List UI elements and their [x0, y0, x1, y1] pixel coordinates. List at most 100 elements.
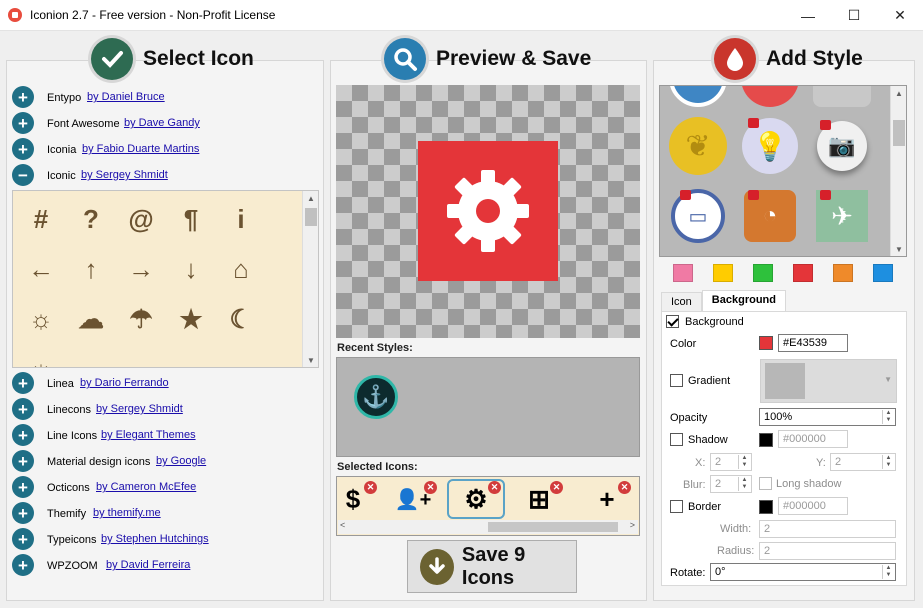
color-swatch-button[interactable]	[759, 336, 773, 350]
style-preset-bulb[interactable]: 💡	[740, 116, 800, 176]
save-icons-button[interactable]: Save 9 Icons	[407, 540, 577, 593]
shadow-x-input[interactable]: 2 ▲ ▼	[710, 453, 752, 471]
grid-icon-moon[interactable]: ☾	[221, 299, 261, 339]
swatch-red[interactable]	[793, 264, 813, 282]
grid-icon-arrow-up[interactable]: ↑	[71, 249, 111, 289]
expand-wpzoom-button[interactable]: +	[12, 554, 34, 576]
library-author-link-iconic[interactable]: by Sergey Shmidt	[81, 169, 168, 181]
library-author-link-octicons[interactable]: by Cameron McEfee	[96, 481, 196, 493]
swatch-yellow[interactable]	[713, 264, 733, 282]
library-author-link-font-awesome[interactable]: by Dave Gandy	[124, 117, 200, 129]
border-color-input[interactable]: #000000	[778, 497, 848, 515]
gradient-picker[interactable]: ▼	[760, 359, 897, 403]
grid-icon-cloud[interactable]: ☁	[71, 299, 111, 339]
opacity-input[interactable]: 100% ▲ ▼	[759, 408, 896, 426]
selected-icon-gear[interactable]: ⚙ ✕	[447, 479, 505, 519]
grid-icon-info[interactable]: i	[221, 199, 261, 239]
expand-linecons-button[interactable]: +	[12, 398, 34, 420]
remove-icon[interactable]: ✕	[424, 481, 437, 494]
selected-icon-plus[interactable]: + ✕	[581, 481, 633, 517]
library-author-link-wpzoom[interactable]: by David Ferreira	[106, 559, 190, 571]
style-preset-leaf[interactable]: ❦	[668, 116, 728, 176]
scroll-up-icon[interactable]: ▲	[891, 86, 906, 100]
swatch-pink[interactable]	[673, 264, 693, 282]
style-preset-plane[interactable]: ✈	[812, 186, 872, 246]
grid-icon-sun[interactable]: ☼	[21, 299, 61, 339]
shadow-blur-input[interactable]: 2 ▲ ▼	[710, 475, 752, 493]
grid-icon-at[interactable]: @	[121, 199, 161, 239]
tab-background[interactable]: Background	[701, 290, 786, 313]
expand-themify-button[interactable]: +	[12, 502, 34, 524]
minimize-button[interactable]: —	[785, 0, 831, 31]
library-author-link-iconia[interactable]: by Fabio Duarte Martins	[82, 143, 199, 155]
selected-icon-add-user[interactable]: 👤+ ✕	[387, 481, 439, 517]
shadow-color-input[interactable]: #000000	[778, 430, 848, 448]
shadow-blur-spinner[interactable]: ▲ ▼	[738, 477, 750, 491]
gradient-checkbox[interactable]	[670, 374, 683, 387]
expand-line-icons-button[interactable]: +	[12, 424, 34, 446]
scroll-down-icon[interactable]: ▼	[891, 242, 906, 256]
swatch-green[interactable]	[753, 264, 773, 282]
anchor-icon[interactable]: ⚓	[354, 375, 398, 419]
expand-font-awesome-button[interactable]: +	[12, 112, 34, 134]
selected-icon-plus-box[interactable]: ⊞ ✕	[513, 481, 565, 517]
grid-icon-arrow-right[interactable]: →	[121, 249, 161, 289]
grid-icon-question[interactable]: ?	[71, 199, 111, 239]
scroll-thumb[interactable]	[488, 522, 618, 532]
style-preset-partial[interactable]	[812, 86, 872, 108]
rotate-spinner[interactable]: ▲ ▼	[882, 565, 894, 579]
scroll-thumb[interactable]	[305, 208, 317, 226]
border-radius-input[interactable]: 2	[759, 542, 896, 560]
border-width-input[interactable]: 2	[759, 520, 896, 538]
icon-grid-scrollbar[interactable]: ▲ ▼	[302, 191, 318, 367]
border-checkbox[interactable]	[670, 500, 683, 513]
shadow-y-spinner[interactable]: ▲ ▼	[882, 455, 894, 469]
shadow-y-input[interactable]: 2 ▲ ▼	[830, 453, 896, 471]
style-preset-partial[interactable]	[740, 86, 800, 108]
library-author-link-linecons[interactable]: by Sergey Shmidt	[96, 403, 183, 415]
library-author-link-linea[interactable]: by Dario Ferrando	[80, 377, 169, 389]
library-author-link-entypo[interactable]: by Daniel Bruce	[87, 91, 165, 103]
scroll-left-icon[interactable]: <	[340, 520, 345, 530]
grid-icon-pilcrow[interactable]: ¶	[171, 199, 211, 239]
grid-icon-partial[interactable]: ☁	[171, 349, 211, 368]
grid-icon-arrow-down[interactable]: ↓	[171, 249, 211, 289]
expand-typeicons-button[interactable]: +	[12, 528, 34, 550]
collapse-iconic-button[interactable]: −	[12, 164, 34, 186]
selected-icon-dollar-off[interactable]: $ ✕	[327, 481, 379, 517]
library-author-link-themify[interactable]: by themify.me	[93, 507, 161, 519]
remove-icon[interactable]: ✕	[618, 481, 631, 494]
style-preset-pie[interactable]: ◔	[740, 186, 800, 246]
tab-icon[interactable]: Icon	[661, 292, 702, 313]
remove-icon[interactable]: ✕	[550, 481, 563, 494]
style-preset-monitor[interactable]: ▭	[668, 186, 728, 246]
shadow-x-spinner[interactable]: ▲ ▼	[738, 455, 750, 469]
style-grid-scrollbar[interactable]: ▲ ▼	[890, 86, 906, 256]
style-preset-partial[interactable]	[668, 86, 728, 108]
shadow-checkbox[interactable]	[670, 433, 683, 446]
rotate-input[interactable]: 0° ▲ ▼	[710, 563, 896, 581]
remove-icon[interactable]: ✕	[364, 481, 377, 494]
expand-material-design-button[interactable]: +	[12, 450, 34, 472]
selected-icons-scrollbar[interactable]: < >	[338, 520, 638, 534]
scroll-thumb[interactable]	[893, 120, 905, 146]
remove-icon[interactable]: ✕	[488, 481, 501, 494]
color-hex-input[interactable]: #E43539	[778, 334, 848, 352]
grid-icon-home[interactable]: ⌂	[221, 249, 261, 289]
library-author-link-line-icons[interactable]: by Elegant Themes	[101, 429, 196, 441]
swatch-orange[interactable]	[833, 264, 853, 282]
library-author-link-typeicons[interactable]: by Stephen Hutchings	[101, 533, 209, 545]
grid-icon-star[interactable]: ★	[171, 299, 211, 339]
scroll-right-icon[interactable]: >	[630, 520, 635, 530]
border-color-button[interactable]	[759, 500, 773, 514]
expand-iconia-button[interactable]: +	[12, 138, 34, 160]
swatch-blue[interactable]	[873, 264, 893, 282]
grid-icon-arrow-left[interactable]: ←	[21, 249, 61, 289]
expand-entypo-button[interactable]: +	[12, 86, 34, 108]
opacity-spinner[interactable]: ▲ ▼	[882, 410, 894, 424]
scroll-up-icon[interactable]: ▲	[303, 191, 318, 205]
background-checkbox[interactable]	[666, 315, 679, 328]
scroll-down-icon[interactable]: ▼	[303, 353, 318, 367]
library-author-link-material-design[interactable]: by Google	[156, 455, 206, 467]
grid-icon-partial[interactable]: ☼	[21, 349, 61, 368]
